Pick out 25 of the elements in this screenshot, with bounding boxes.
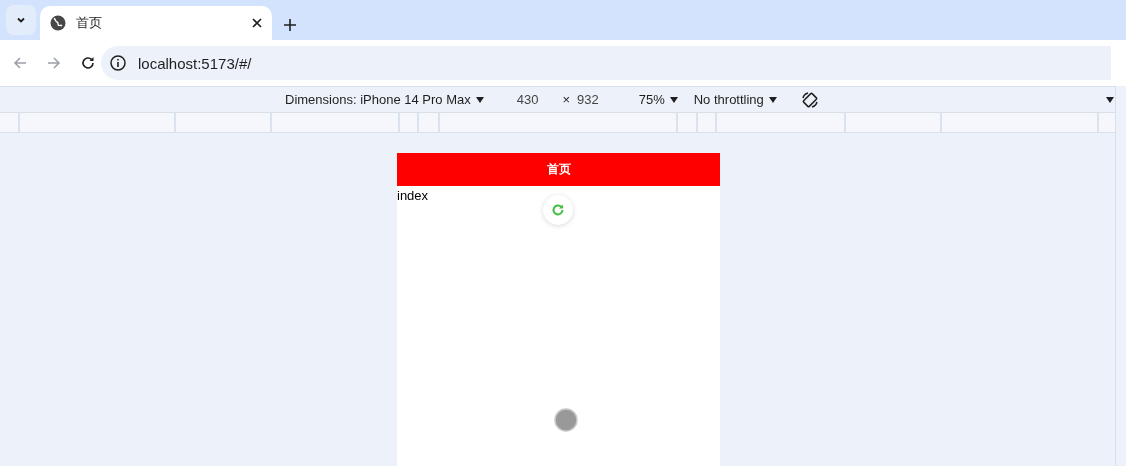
tab-title: 首页	[76, 14, 103, 32]
reload-icon[interactable]	[81, 56, 95, 70]
forward-arrow-icon[interactable]	[47, 56, 61, 70]
height-field[interactable]: 932	[577, 92, 599, 107]
back-arrow-icon[interactable]	[13, 56, 27, 70]
new-tab-icon[interactable]	[284, 19, 296, 31]
address-bar[interactable]: localhost:5173/#/	[101, 46, 1111, 80]
width-field[interactable]: 430	[516, 92, 539, 107]
address-text: localhost:5173/#/	[138, 54, 252, 72]
touch-cursor-icon	[554, 408, 578, 432]
browser-tab[interactable]: 首页	[40, 6, 272, 40]
zoom-dropdown[interactable]: 75%	[638, 92, 678, 107]
body-text: index	[397, 187, 429, 204]
times-sign: ×	[562, 92, 570, 107]
dropdown-arrow-icon	[768, 96, 777, 103]
info-icon	[110, 55, 126, 71]
page-header: 首页	[397, 153, 720, 186]
device-dropdown[interactable]: Dimensions: iPhone 14 Pro Max	[285, 92, 484, 107]
dropdown-arrow-icon	[475, 96, 484, 103]
close-icon[interactable]	[252, 18, 262, 28]
refresh-icon	[551, 203, 565, 217]
more-options-icon[interactable]	[1105, 96, 1114, 103]
throttling-dropdown[interactable]: No throttling	[693, 92, 777, 107]
rotate-icon[interactable]	[800, 90, 819, 109]
dropdown-arrow-icon	[669, 96, 678, 103]
